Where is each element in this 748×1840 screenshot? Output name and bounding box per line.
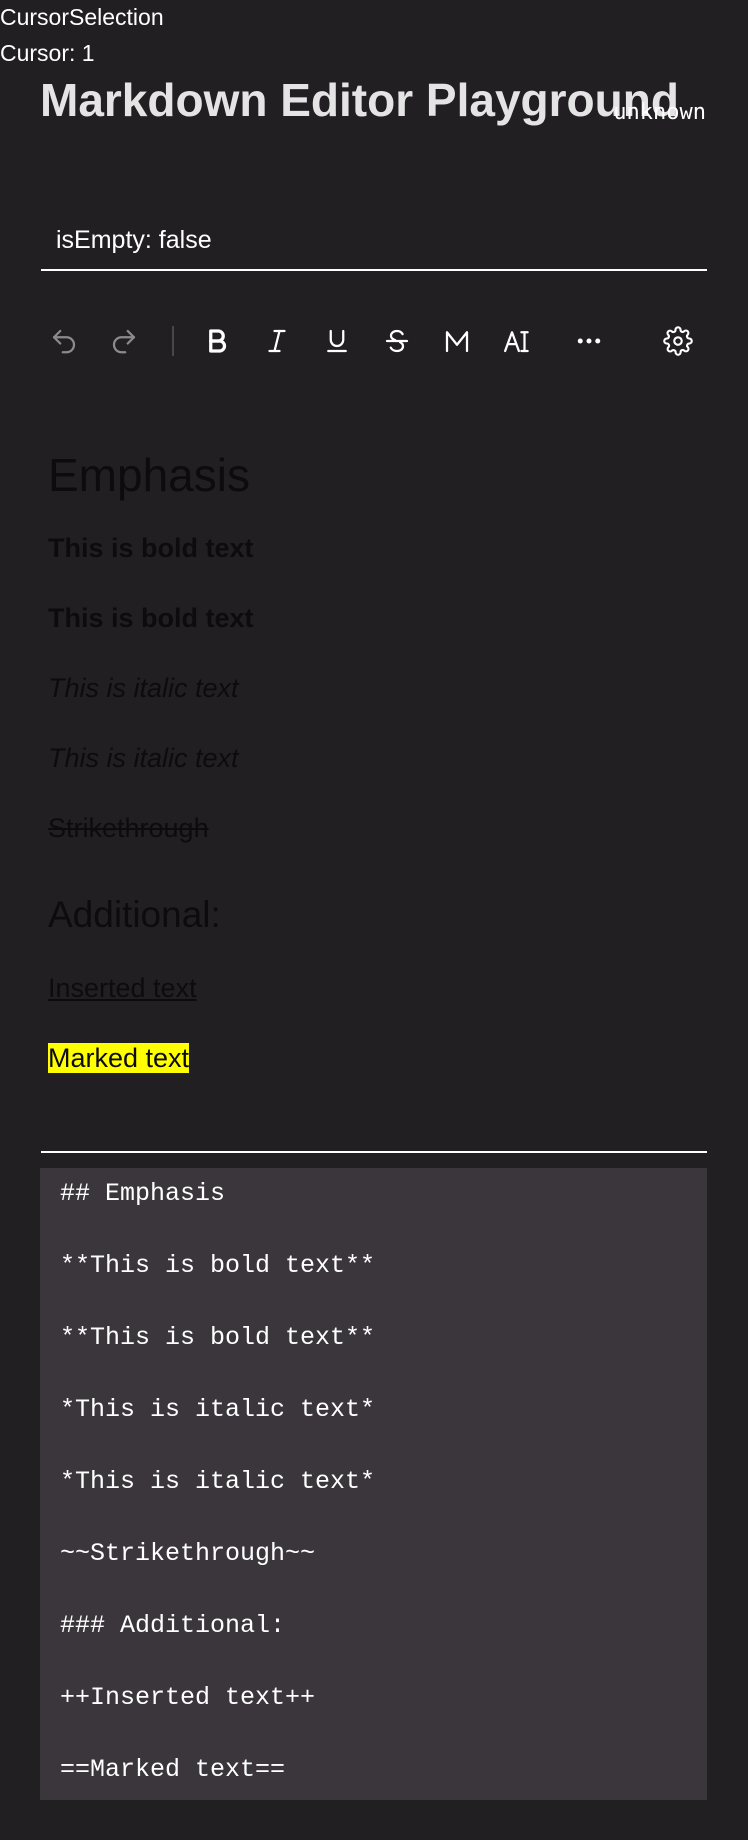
mark-button[interactable] xyxy=(434,316,480,366)
source-line: ## Emphasis xyxy=(60,1179,226,1208)
is-empty-label: isEmpty: false xyxy=(56,226,212,254)
strikethrough-icon xyxy=(385,329,409,353)
cursor-position-label: Cursor: 1 xyxy=(0,40,95,66)
gear-icon xyxy=(663,326,693,356)
redo-button[interactable] xyxy=(101,316,147,366)
source-line: **This is bold text** xyxy=(60,1251,376,1280)
source-line: *This is italic text* xyxy=(60,1395,376,1424)
italic-button[interactable] xyxy=(254,316,300,366)
italic-icon xyxy=(268,329,286,353)
source-line: ++Inserted text++ xyxy=(60,1683,316,1712)
source-line: **This is bold text** xyxy=(60,1323,376,1352)
source-line: ### Additional: xyxy=(60,1611,286,1640)
toolbar-divider xyxy=(172,326,174,356)
underline-button[interactable] xyxy=(314,316,360,366)
source-line: ==Marked text== xyxy=(60,1755,286,1784)
page-title: Markdown Editor Playground xyxy=(40,74,679,126)
settings-button[interactable] xyxy=(655,316,701,366)
bold-button[interactable] xyxy=(194,316,240,366)
preview-subheading: Additional: xyxy=(48,894,221,935)
status-label: unknown xyxy=(613,100,706,125)
preview-inserted-text: Inserted text xyxy=(48,973,197,1003)
cursor-selection-label: CursorSelection xyxy=(0,4,164,30)
preview-strikethrough-text: Strikethrough xyxy=(48,813,209,843)
undo-icon xyxy=(52,329,76,354)
preview-italic-text: This is italic text xyxy=(48,743,239,773)
preview-marked-paragraph: Marked text xyxy=(48,1040,190,1076)
bold-icon xyxy=(209,329,227,353)
preview-bold-text: This is bold text xyxy=(48,603,254,633)
strikethrough-button[interactable] xyxy=(374,316,420,366)
underline-icon xyxy=(327,329,347,353)
undo-button[interactable] xyxy=(41,316,87,366)
text-format-icon xyxy=(504,331,529,353)
source-line: *This is italic text* xyxy=(60,1467,376,1496)
source-line: ~~Strikethrough~~ xyxy=(60,1539,316,1568)
preview-marked-text: Marked text xyxy=(48,1043,190,1073)
preview-heading: Emphasis xyxy=(48,449,250,501)
more-icon xyxy=(577,338,601,344)
markdown-source: ## Emphasis **This is bold text** **This… xyxy=(40,1168,707,1800)
preview-italic-text: This is italic text xyxy=(48,673,239,703)
editor-content[interactable]: Emphasis This is bold text This is bold … xyxy=(41,430,707,1153)
mark-icon xyxy=(445,331,469,353)
preview-bold-text: This is bold text xyxy=(48,533,254,563)
more-options-button[interactable] xyxy=(566,316,612,366)
editor-toolbar xyxy=(41,316,707,366)
is-empty-status: isEmpty: false xyxy=(41,210,707,271)
redo-icon xyxy=(112,329,136,354)
text-format-button[interactable] xyxy=(494,316,540,366)
